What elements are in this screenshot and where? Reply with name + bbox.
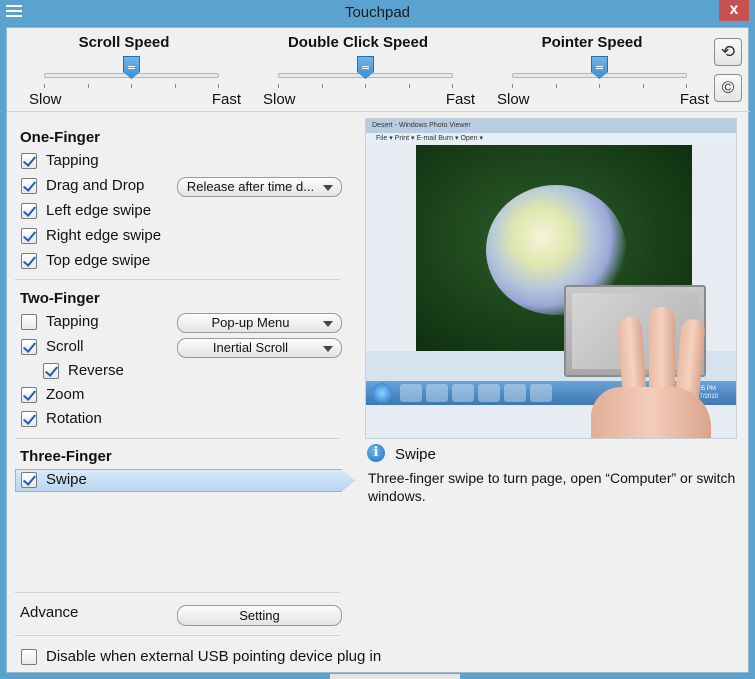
pointer-speed-fast-label: Fast [679, 91, 709, 108]
two-finger-tapping-dropdown[interactable]: Pop-up Menu [177, 313, 342, 333]
pointer-speed-slow-label: Slow [497, 91, 530, 108]
disable-usb-checkbox[interactable] [21, 649, 37, 665]
disable-usb-label: Disable when external USB pointing devic… [46, 648, 382, 665]
chevron-down-icon [323, 321, 333, 327]
scroll-dropdown-value: Inertial Scroll [212, 340, 289, 355]
scroll-speed-slow-label: Slow [29, 91, 62, 108]
taskbar-folder-icon [426, 384, 448, 402]
two-finger-divider [15, 438, 340, 439]
taskbar-excel-icon [504, 384, 526, 402]
two-finger-tapping-label: Tapping [46, 313, 99, 330]
reverse-checkbox[interactable] [43, 363, 59, 379]
double-click-speed-slow-label: Slow [263, 91, 296, 108]
preview-menu-bar: File ▾ Print ▾ E-mail Burn ▾ Open ▾ [366, 133, 736, 145]
scroll-checkbox[interactable] [21, 339, 37, 355]
three-finger-title: Three-Finger [20, 448, 112, 465]
close-button[interactable]: x [719, 0, 749, 21]
pointer-speed-title: Pointer Speed [541, 34, 643, 51]
setting-button[interactable]: Setting [177, 605, 342, 626]
scroll-dropdown[interactable]: Inertial Scroll [177, 338, 342, 358]
two-finger-tapping-dropdown-value: Pop-up Menu [211, 315, 290, 330]
taskbar-word-icon [478, 384, 500, 402]
info-icon: i [367, 444, 385, 462]
scroll-speed-group: Scroll Speed Slow Fast [29, 30, 241, 110]
top-edge-swipe-label: Top edge swipe [46, 252, 151, 269]
hand-illustration [591, 307, 711, 438]
drag-and-drop-dropdown-value: Release after time d... [186, 179, 315, 194]
right-edge-swipe-checkbox[interactable] [21, 228, 37, 244]
info-title: Swipe [395, 446, 436, 463]
left-edge-swipe-label: Left edge swipe [46, 202, 152, 219]
one-finger-tapping-label: Tapping [46, 152, 99, 169]
swipe-label: Swipe [46, 471, 87, 488]
touchpad-window: Touchpad x Scroll Speed Slow Fast Double… [0, 0, 755, 679]
taskbar-ie-icon [400, 384, 422, 402]
scroll-speed-title: Scroll Speed [78, 34, 170, 51]
top-divider [7, 111, 750, 112]
taskbar-photo-icon [530, 384, 552, 402]
zoom-checkbox[interactable] [21, 387, 37, 403]
chevron-down-icon [323, 185, 333, 191]
title-bar[interactable]: Touchpad x [0, 0, 755, 27]
left-edge-swipe-checkbox[interactable] [21, 203, 37, 219]
about-button[interactable]: © [714, 74, 742, 102]
double-click-speed-title: Double Click Speed [287, 34, 429, 51]
one-finger-title: One-Finger [20, 129, 101, 146]
bottom-strip [330, 673, 460, 679]
taskbar-media-icon [452, 384, 474, 402]
drag-and-drop-checkbox[interactable] [21, 178, 37, 194]
reset-button[interactable]: ⟲ [714, 38, 742, 66]
preview-window-title: Desert - Windows Photo Viewer [366, 119, 736, 133]
two-finger-tapping-checkbox[interactable] [21, 314, 37, 330]
advance-label: Advance [20, 604, 79, 621]
pointer-speed-group: Pointer Speed Slow Fast [497, 30, 709, 110]
double-click-speed-fast-label: Fast [445, 91, 475, 108]
double-click-speed-group: Double Click Speed Slow Fast [263, 30, 475, 110]
right-edge-swipe-label: Right edge swipe [46, 227, 162, 244]
scroll-label: Scroll [46, 338, 84, 355]
drag-and-drop-dropdown[interactable]: Release after time d... [177, 177, 342, 197]
top-edge-swipe-checkbox[interactable] [21, 253, 37, 269]
one-finger-tapping-checkbox[interactable] [21, 153, 37, 169]
copyright-icon: © [721, 78, 735, 97]
one-finger-divider [15, 279, 340, 280]
undo-icon: ⟲ [720, 42, 736, 61]
client-area: Scroll Speed Slow Fast Double Click Spee… [6, 27, 750, 673]
advance-divider-bottom [15, 635, 340, 636]
rotation-checkbox[interactable] [21, 411, 37, 427]
rotation-label: Rotation [46, 410, 102, 427]
zoom-label: Zoom [46, 386, 85, 403]
reverse-label: Reverse [68, 362, 124, 379]
advance-divider-top [15, 592, 340, 593]
gesture-preview: Desert - Windows Photo Viewer File ▾ Pri… [365, 118, 737, 439]
two-finger-title: Two-Finger [20, 290, 100, 307]
chevron-down-icon [323, 346, 333, 352]
info-description: Three-finger swipe to turn page, open “C… [368, 470, 736, 504]
start-orb-icon [372, 383, 392, 403]
drag-and-drop-label: Drag and Drop [46, 177, 145, 194]
swipe-checkbox[interactable] [21, 472, 37, 488]
window-title: Touchpad [344, 4, 411, 21]
scroll-speed-fast-label: Fast [211, 91, 241, 108]
